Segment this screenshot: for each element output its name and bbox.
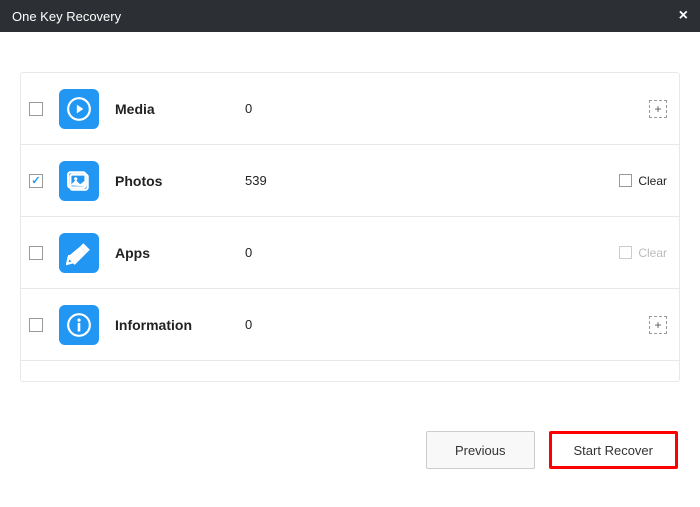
titlebar: One Key Recovery × bbox=[0, 0, 700, 32]
category-row-photos: Photos 539 Clear bbox=[21, 145, 679, 217]
clear-checkbox-photos[interactable] bbox=[619, 174, 632, 187]
clear-label: Clear bbox=[638, 174, 667, 188]
clear-label: Clear bbox=[638, 246, 667, 260]
expand-icon[interactable]: + bbox=[649, 316, 667, 334]
close-icon[interactable]: × bbox=[679, 7, 688, 25]
category-row-information: Information 0 + bbox=[21, 289, 679, 361]
photos-icon bbox=[59, 161, 99, 201]
category-label: Photos bbox=[115, 173, 245, 189]
content-area: Media 0 + Photos 539 Clear Apps 0 bbox=[0, 32, 700, 382]
checkbox-photos[interactable] bbox=[29, 174, 43, 188]
start-recover-button[interactable]: Start Recover bbox=[549, 431, 678, 469]
footer-buttons: Previous Start Recover bbox=[426, 431, 678, 469]
window-title: One Key Recovery bbox=[12, 9, 121, 24]
checkbox-media[interactable] bbox=[29, 102, 43, 116]
category-row-apps: Apps 0 Clear bbox=[21, 217, 679, 289]
category-list: Media 0 + Photos 539 Clear Apps 0 bbox=[20, 72, 680, 382]
category-count: 0 bbox=[245, 245, 619, 260]
list-footer-spacer bbox=[21, 361, 679, 381]
expand-icon[interactable]: + bbox=[649, 100, 667, 118]
previous-button[interactable]: Previous bbox=[426, 431, 535, 469]
category-label: Apps bbox=[115, 245, 245, 261]
category-count: 0 bbox=[245, 101, 649, 116]
category-row-media: Media 0 + bbox=[21, 73, 679, 145]
clear-checkbox-apps bbox=[619, 246, 632, 259]
checkbox-apps[interactable] bbox=[29, 246, 43, 260]
category-count: 0 bbox=[245, 317, 649, 332]
media-icon bbox=[59, 89, 99, 129]
information-icon bbox=[59, 305, 99, 345]
category-count: 539 bbox=[245, 173, 619, 188]
category-label: Information bbox=[115, 317, 245, 333]
apps-icon bbox=[59, 233, 99, 273]
checkbox-information[interactable] bbox=[29, 318, 43, 332]
category-label: Media bbox=[115, 101, 245, 117]
